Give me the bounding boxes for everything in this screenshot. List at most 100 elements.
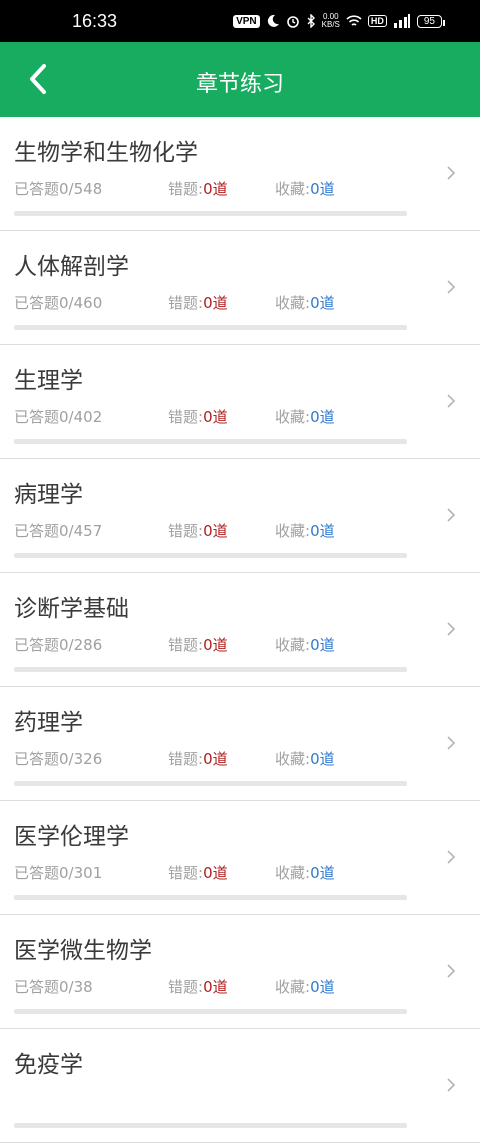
favorite-value: 0道 [310,750,335,768]
answered-count: 已答题0/460 [14,292,102,313]
wrong-label: 错题: [168,636,204,654]
speed-unit: KB/S [321,20,340,29]
favorite-value: 0道 [310,636,335,654]
progress-bar [14,781,407,786]
answered-value: 0/457 [59,522,103,540]
answered-value: 0/402 [59,408,103,426]
answered-label: 已答题 [14,636,60,654]
favorite-value: 0道 [310,978,335,996]
chapter-item[interactable]: 药理学 已答题0/326 错题:0道 收藏:0道 [0,687,480,801]
chapter-name: 生物学和生物化学 [14,140,198,166]
answered-count: 已答题0/457 [14,520,102,541]
favorite-label: 收藏: [275,636,311,654]
answered-label: 已答题 [14,180,60,198]
chevron-right-icon [447,508,456,522]
answered-count: 已答题0/38 [14,976,93,997]
favorite-count[interactable]: 收藏:0道 [275,292,335,313]
answered-label: 已答题 [14,294,60,312]
answered-count: 已答题0/548 [14,178,102,199]
favorite-value: 0道 [310,864,335,882]
chapter-stats [0,1090,420,1110]
chevron-right-icon [447,622,456,636]
wrong-value: 0道 [203,636,228,654]
chapter-name: 诊断学基础 [14,596,129,622]
favorite-label: 收藏: [275,978,311,996]
chapter-item[interactable]: 病理学 已答题0/457 错题:0道 收藏:0道 [0,459,480,573]
answered-label: 已答题 [14,408,60,426]
answered-label: 已答题 [14,864,60,882]
wrong-value: 0道 [203,864,228,882]
chapter-name: 医学微生物学 [14,938,152,964]
wrong-value: 0道 [203,750,228,768]
chapter-stats: 已答题0/548 错题:0道 收藏:0道 [0,178,420,198]
answered-value: 0/326 [59,750,103,768]
progress-bar [14,211,407,216]
progress-bar [14,325,407,330]
wrong-count[interactable]: 错题:0道 [168,520,228,541]
chapter-name: 人体解剖学 [14,254,129,280]
favorite-label: 收藏: [275,750,311,768]
chevron-right-icon [447,394,456,408]
answered-value: 0/548 [59,180,103,198]
chapter-item[interactable]: 人体解剖学 已答题0/460 错题:0道 收藏:0道 [0,231,480,345]
chapter-item[interactable]: 医学微生物学 已答题0/38 错题:0道 收藏:0道 [0,915,480,1029]
answered-count: 已答题0/286 [14,634,102,655]
progress-bar [14,439,407,444]
vpn-badge: VPN [233,14,260,28]
answered-count: 已答题0/301 [14,862,102,883]
chapter-item[interactable]: 医学伦理学 已答题0/301 错题:0道 收藏:0道 [0,801,480,915]
bluetooth-icon [307,14,315,28]
chevron-right-icon [447,964,456,978]
wrong-value: 0道 [203,180,228,198]
chapter-stats: 已答题0/460 错题:0道 收藏:0道 [0,292,420,312]
favorite-label: 收藏: [275,522,311,540]
wrong-count[interactable]: 错题:0道 [168,178,228,199]
chapter-list: 生物学和生物化学 已答题0/548 错题:0道 收藏:0道 人体解剖学 已答题0… [0,117,480,1143]
chevron-right-icon [447,280,456,294]
wrong-count[interactable]: 错题:0道 [168,634,228,655]
wrong-value: 0道 [203,978,228,996]
wrong-label: 错题: [168,408,204,426]
answered-value: 0/301 [59,864,103,882]
wrong-label: 错题: [168,180,204,198]
favorite-label: 收藏: [275,408,311,426]
signal-icon [393,14,410,28]
chapter-item[interactable]: 诊断学基础 已答题0/286 错题:0道 收藏:0道 [0,573,480,687]
favorite-count[interactable]: 收藏:0道 [275,178,335,199]
chevron-right-icon [447,166,456,180]
answered-label: 已答题 [14,522,60,540]
chapter-item[interactable]: 免疫学 [0,1029,480,1143]
chapter-name: 药理学 [14,710,83,736]
answered-count: 已答题0/326 [14,748,102,769]
chapter-stats: 已答题0/38 错题:0道 收藏:0道 [0,976,420,996]
chapter-stats: 已答题0/286 错题:0道 收藏:0道 [0,634,420,654]
favorite-count[interactable]: 收藏:0道 [275,520,335,541]
wrong-count[interactable]: 错题:0道 [168,406,228,427]
favorite-value: 0道 [310,408,335,426]
page-title: 章节练习 [195,72,284,97]
chapter-stats: 已答题0/457 错题:0道 收藏:0道 [0,520,420,540]
favorite-count[interactable]: 收藏:0道 [275,976,335,997]
favorite-value: 0道 [310,180,335,198]
favorite-count[interactable]: 收藏:0道 [275,406,335,427]
wrong-count[interactable]: 错题:0道 [168,976,228,997]
wrong-count[interactable]: 错题:0道 [168,748,228,769]
chapter-item[interactable]: 生理学 已答题0/402 错题:0道 收藏:0道 [0,345,480,459]
wrong-label: 错题: [168,294,204,312]
wrong-value: 0道 [203,522,228,540]
answered-value: 0/38 [59,978,93,996]
favorite-count[interactable]: 收藏:0道 [275,862,335,883]
chapter-name: 生理学 [14,368,83,394]
favorite-value: 0道 [310,522,335,540]
answered-label: 已答题 [14,750,60,768]
battery-indicator: 95 [416,14,446,28]
favorite-count[interactable]: 收藏:0道 [275,634,335,655]
chevron-right-icon [447,850,456,864]
answered-value: 0/286 [59,636,103,654]
chapter-stats: 已答题0/326 错题:0道 收藏:0道 [0,748,420,768]
chapter-item[interactable]: 生物学和生物化学 已答题0/548 错题:0道 收藏:0道 [0,117,480,231]
wrong-count[interactable]: 错题:0道 [168,862,228,883]
wifi-icon [346,14,362,26]
wrong-count[interactable]: 错题:0道 [168,292,228,313]
favorite-count[interactable]: 收藏:0道 [275,748,335,769]
